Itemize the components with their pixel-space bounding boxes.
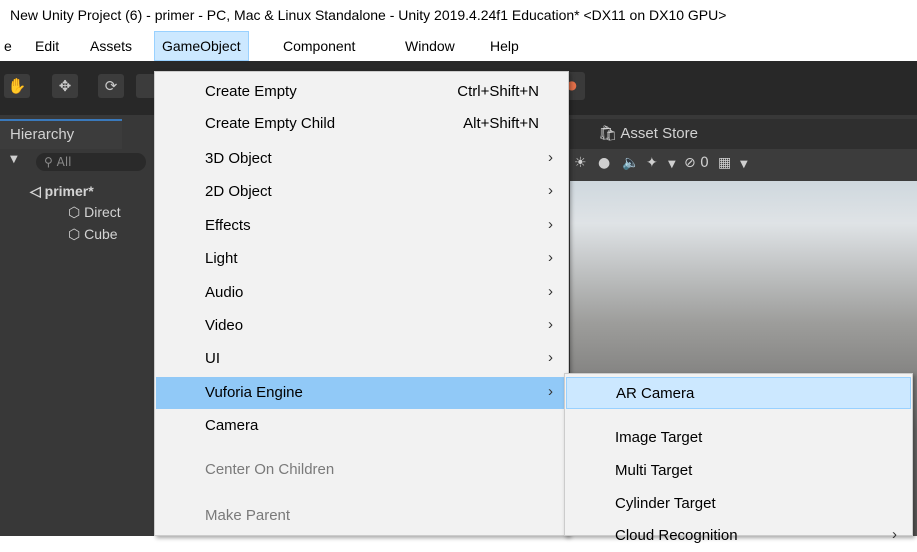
asset-store-tab[interactable]: 🛍 Asset Store bbox=[598, 121, 698, 147]
chevron-right-icon: › bbox=[548, 316, 553, 333]
menu-item-video[interactable]: Video › bbox=[156, 310, 567, 342]
menu-item-light[interactable]: Light › bbox=[156, 243, 567, 275]
grid-dropdown-icon[interactable]: ▼ bbox=[740, 159, 748, 170]
scene-name: primer* bbox=[44, 183, 94, 199]
gameobject-icon: ⬡ bbox=[68, 226, 81, 242]
move-tool-icon[interactable]: ✥ bbox=[52, 74, 78, 98]
menu-item-shortcut: Ctrl+Shift+N bbox=[457, 83, 539, 100]
menu-item-camera[interactable]: Camera bbox=[156, 410, 567, 442]
submenu-item-image-target[interactable]: Image Target bbox=[566, 422, 911, 454]
menu-item-label: Light bbox=[205, 250, 238, 267]
chevron-right-icon: › bbox=[548, 149, 553, 166]
chevron-right-icon: › bbox=[548, 349, 553, 366]
hierarchy-item-label: Direct bbox=[84, 204, 121, 220]
menu-item-label: Effects bbox=[205, 217, 251, 234]
lighting-toggle-icon[interactable]: ☀ bbox=[574, 155, 587, 171]
window-title: New Unity Project (6) - primer - PC, Mac… bbox=[0, 0, 917, 31]
menu-item-label: Make Parent bbox=[205, 507, 291, 524]
scene-toolbar: ☀ ● 🔈 ✦ ▼ ⊘ 0 ▦ ▼ bbox=[570, 149, 917, 181]
menu-help[interactable]: Help bbox=[483, 31, 526, 61]
menu-component[interactable]: Component bbox=[276, 31, 362, 61]
submenu-item-ar-camera[interactable]: AR Camera bbox=[566, 377, 911, 409]
submenu-item-multi-target[interactable]: Multi Target bbox=[566, 455, 911, 487]
menu-item-label: Create Empty Child bbox=[205, 115, 336, 132]
menu-item-label: Center On Children bbox=[205, 461, 335, 478]
hidden-objects-icon[interactable]: ⊘ bbox=[684, 155, 696, 171]
effects-dropdown-icon[interactable]: ▼ bbox=[668, 159, 676, 170]
menu-item-shortcut: Alt+Shift+N bbox=[463, 115, 539, 132]
chevron-right-icon: › bbox=[548, 216, 553, 233]
scene-icon: ◁ bbox=[30, 183, 41, 199]
menu-gameobject[interactable]: GameObject bbox=[154, 31, 249, 61]
menu-item-create-empty-child[interactable]: Create Empty Child Alt+Shift+N bbox=[156, 108, 567, 140]
menu-window[interactable]: Window bbox=[398, 31, 462, 61]
menu-item-vuforia-engine[interactable]: Vuforia Engine › bbox=[156, 377, 567, 409]
menu-item-center-on-children[interactable]: Center On Children bbox=[156, 454, 567, 486]
submenu-item-label: Multi Target bbox=[615, 462, 693, 479]
hierarchy-panel: ▼ ⚲ All ◁ primer* ⬡ Direct ⬡ Cube bbox=[0, 149, 152, 536]
audio-toggle-icon[interactable]: 🔈 bbox=[622, 155, 639, 171]
gameobject-icon: ⬡ bbox=[68, 204, 81, 220]
effects-icon[interactable]: ✦ bbox=[646, 155, 658, 171]
menu-item-label: 2D Object bbox=[205, 183, 272, 200]
scale-tool-icon[interactable] bbox=[136, 74, 156, 98]
menu-item-label: UI bbox=[205, 350, 220, 367]
gameobject-menu: Create Empty Ctrl+Shift+N Create Empty C… bbox=[154, 71, 569, 536]
bag-icon: 🛍 bbox=[598, 125, 618, 142]
submenu-item-label: Image Target bbox=[615, 429, 703, 446]
menu-item-create-empty[interactable]: Create Empty Ctrl+Shift+N bbox=[156, 76, 567, 108]
chevron-right-icon: › bbox=[548, 182, 553, 199]
chevron-right-icon: › bbox=[548, 249, 553, 266]
chevron-right-icon: › bbox=[548, 383, 553, 400]
grid-icon[interactable]: ▦ bbox=[718, 155, 731, 171]
menu-assets[interactable]: Assets bbox=[83, 31, 139, 61]
scene-tab-bar: 🛍 Asset Store bbox=[570, 119, 917, 149]
hierarchy-item-label: Cube bbox=[84, 226, 118, 242]
hierarchy-search: ▼ ⚲ All bbox=[6, 152, 146, 172]
hierarchy-tab[interactable]: Hierarchy bbox=[0, 119, 122, 149]
submenu-item-label: AR Camera bbox=[616, 385, 695, 402]
create-dropdown-icon[interactable]: ▼ bbox=[10, 154, 18, 165]
menu-edit[interactable]: Edit bbox=[28, 31, 66, 61]
hidden-count: 0 bbox=[700, 155, 709, 171]
vuforia-submenu: AR Camera Image Target Multi Target Cyli… bbox=[564, 373, 913, 544]
submenu-item-label: Cylinder Target bbox=[615, 495, 716, 512]
hand-tool-icon[interactable]: ✋ bbox=[4, 74, 30, 98]
menu-item-2d-object[interactable]: 2D Object › bbox=[156, 176, 567, 208]
search-placeholder: All bbox=[56, 155, 72, 169]
rotate-tool-icon[interactable]: ⟳ bbox=[98, 74, 124, 98]
chevron-right-icon: › bbox=[892, 526, 897, 543]
hierarchy-item[interactable]: ⬡ Cube bbox=[68, 226, 118, 243]
asset-store-tab-label: Asset Store bbox=[620, 125, 698, 142]
menu-item-audio[interactable]: Audio › bbox=[156, 277, 567, 309]
menu-file[interactable]: e bbox=[0, 31, 19, 61]
menu-item-3d-object[interactable]: 3D Object › bbox=[156, 143, 567, 175]
menu-item-label: 3D Object bbox=[205, 150, 272, 167]
menu-item-make-parent[interactable]: Make Parent bbox=[156, 500, 567, 532]
search-icon: ⚲ bbox=[44, 155, 53, 169]
hierarchy-search-input[interactable]: ⚲ All bbox=[36, 153, 146, 171]
menu-item-ui[interactable]: UI › bbox=[156, 343, 567, 375]
menu-item-label: Audio bbox=[205, 284, 244, 301]
submenu-item-cylinder-target[interactable]: Cylinder Target bbox=[566, 488, 911, 520]
light-bulb-icon[interactable]: ● bbox=[598, 155, 610, 171]
menu-item-label: Create Empty bbox=[205, 83, 297, 100]
hierarchy-item[interactable]: ⬡ Direct bbox=[68, 204, 121, 221]
hierarchy-scene-row[interactable]: ◁ primer* bbox=[30, 183, 94, 200]
menu-item-effects[interactable]: Effects › bbox=[156, 210, 567, 242]
menu-item-label: Camera bbox=[205, 417, 259, 434]
submenu-item-cloud-recognition[interactable]: Cloud Recognition › bbox=[566, 520, 911, 552]
chevron-right-icon: › bbox=[548, 283, 553, 300]
menu-bar: e Edit Assets GameObject Component Windo… bbox=[0, 31, 917, 61]
menu-item-label: Vuforia Engine bbox=[205, 384, 303, 401]
menu-item-label: Video bbox=[205, 317, 244, 334]
